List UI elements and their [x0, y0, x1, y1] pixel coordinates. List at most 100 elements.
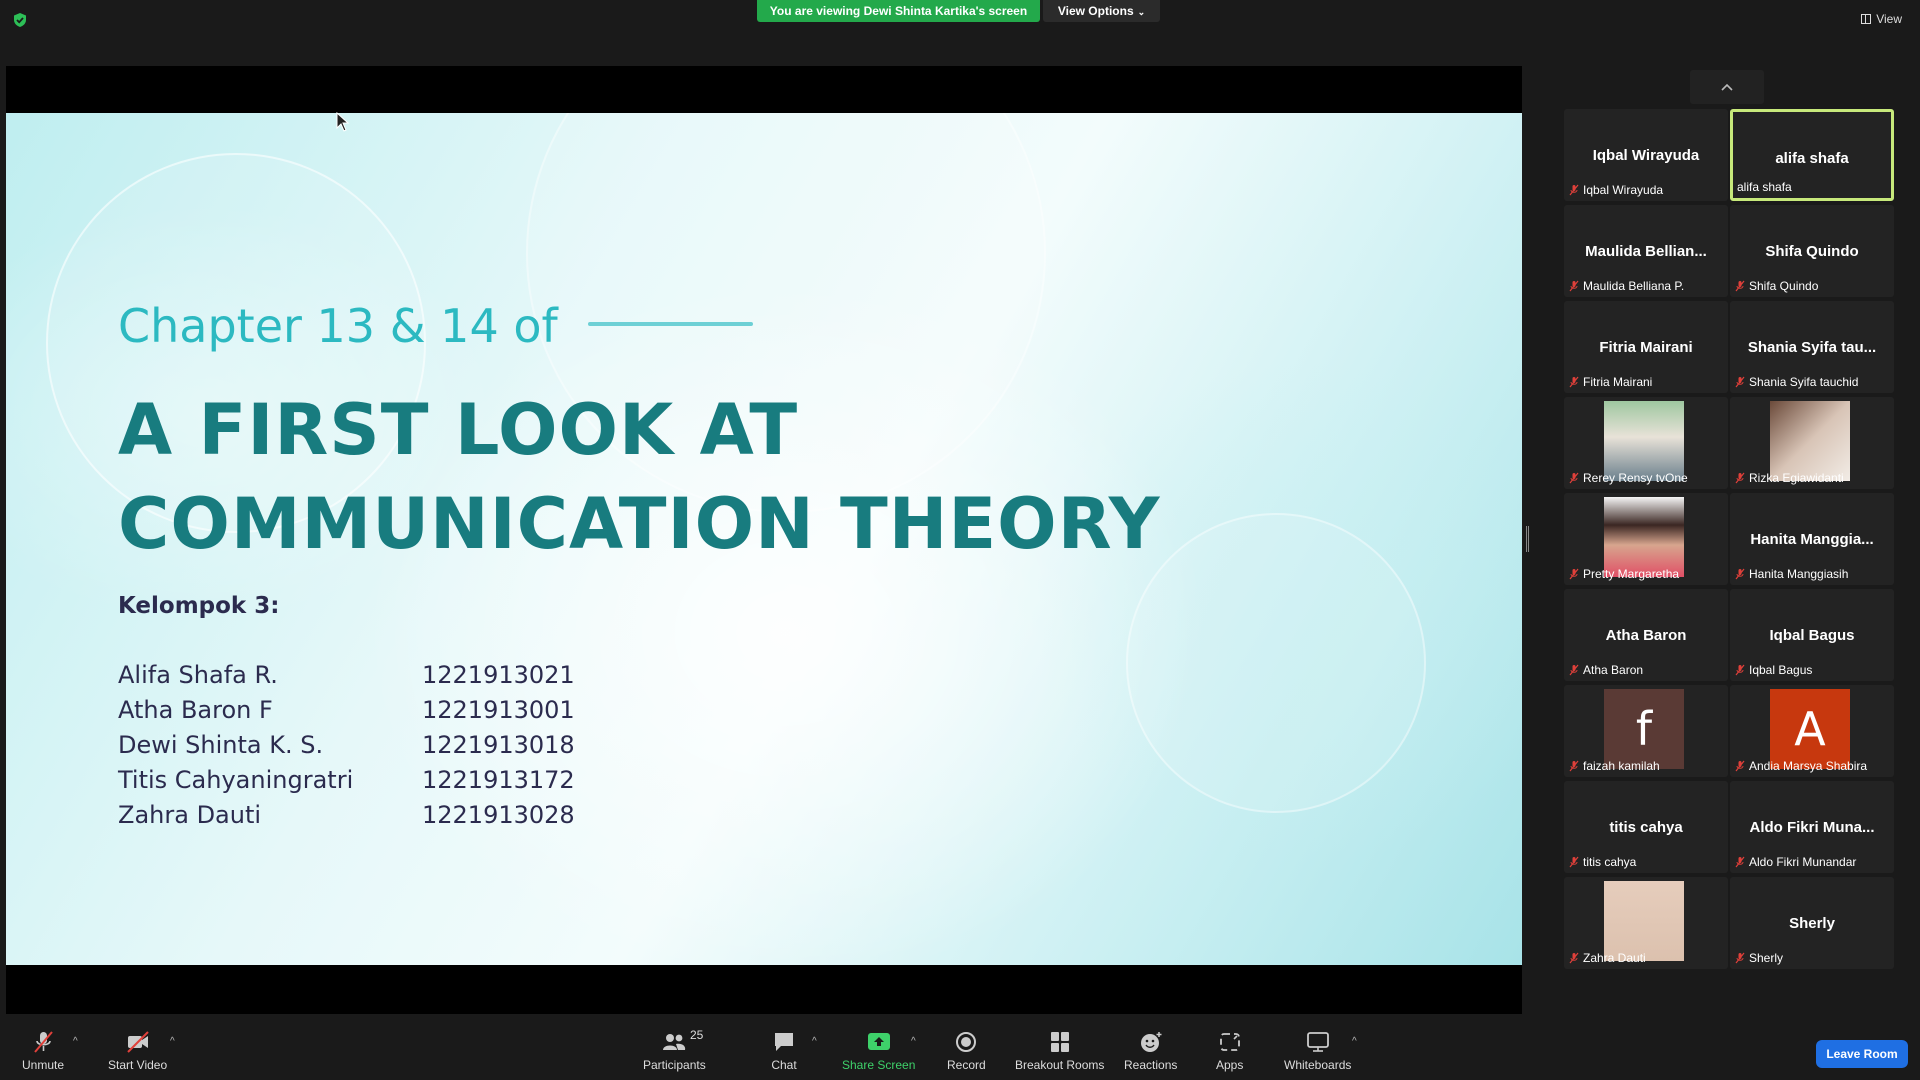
participant-name: Zahra Dauti — [1583, 951, 1646, 965]
member-list: Alifa Shafa R. 1221913021 Atha Baron F 1… — [118, 658, 575, 833]
member-name: Zahra Dauti — [118, 801, 262, 829]
shared-screen[interactable]: Chapter 13 & 14 of A FIRST LOOK AT COMMU… — [6, 66, 1522, 1014]
group-label: Kelompok 3: — [118, 593, 280, 619]
participant-name-label: Shania Syifa tauchid — [1734, 375, 1858, 389]
participant-name: Maulida Belliana P. — [1583, 279, 1685, 293]
participant-tile[interactable]: A Andia Marsya Shabira — [1730, 685, 1894, 777]
microphone-muted-icon — [1569, 952, 1579, 964]
participant-name: Iqbal Bagus — [1749, 663, 1813, 677]
participant-tile[interactable]: Pretty Margaretha — [1564, 493, 1728, 585]
gallery-scroll-up-button[interactable] — [1690, 70, 1764, 104]
participant-name: Hanita Manggiasih — [1749, 567, 1849, 581]
participant-count: 25 — [690, 1028, 704, 1042]
start-video-label: Start Video — [108, 1058, 168, 1072]
participant-tile[interactable]: Aldo Fikri Muna... Aldo Fikri Munandar — [1730, 781, 1894, 873]
participant-name-label: Fitria Mairani — [1568, 375, 1652, 389]
participant-name-label: Aldo Fikri Munandar — [1734, 855, 1856, 869]
photo-portrait — [1604, 497, 1684, 577]
participant-name-label: Iqbal Bagus — [1734, 663, 1812, 677]
reactions-label: Reactions — [1124, 1058, 1178, 1072]
participant-tile[interactable]: Shania Syifa tau... Shania Syifa tauchid — [1730, 301, 1894, 393]
participant-tile[interactable]: Fitria Mairani Fitria Mairani — [1564, 301, 1728, 393]
participant-tile[interactable]: Shifa Quindo Shifa Quindo — [1730, 205, 1894, 297]
participant-tile[interactable]: Zahra Dauti — [1564, 877, 1728, 969]
apps-button[interactable]: Apps — [1216, 1030, 1243, 1072]
panel-resize-handle[interactable] — [1526, 526, 1529, 552]
decorative-line — [588, 322, 753, 326]
view-options-button[interactable]: View Options ⌄ — [1043, 0, 1160, 22]
whiteboard-options-caret-icon[interactable]: ^ — [1352, 1036, 1357, 1047]
photo-hijab — [1604, 401, 1684, 481]
participant-name: Pretty Margaretha — [1583, 567, 1680, 581]
unmute-label: Unmute — [22, 1058, 65, 1072]
participant-name: Aldo Fikri Munandar — [1749, 855, 1857, 869]
photo-beige — [1604, 881, 1684, 961]
participant-tile[interactable]: titis cahya titis cahya — [1564, 781, 1728, 873]
participant-tile[interactable]: Rerey Rensy tvOne — [1564, 397, 1728, 489]
breakout-rooms-button[interactable]: Breakout Rooms — [1015, 1030, 1104, 1072]
zoom-meeting-window: You are viewing Dewi Shinta Kartika's sc… — [0, 0, 1920, 1080]
record-button[interactable]: Record — [947, 1030, 986, 1072]
layout-icon — [1861, 14, 1872, 24]
microphone-muted-icon — [1735, 856, 1745, 868]
participant-tile[interactable]: Iqbal Wirayuda Iqbal Wirayuda — [1564, 109, 1728, 201]
participant-name: Fitria Mairani — [1583, 375, 1653, 389]
share-screen-label: Share Screen — [842, 1058, 916, 1072]
view-options-label: View Options — [1057, 4, 1134, 18]
participant-tile[interactable]: Iqbal Bagus Iqbal Bagus — [1730, 589, 1894, 681]
security-shield-icon[interactable] — [12, 12, 28, 28]
chat-label: Chat — [771, 1058, 797, 1072]
participant-tile[interactable]: f faizah kamilah — [1564, 685, 1728, 777]
participant-name: Iqbal Wirayuda — [1583, 183, 1664, 197]
share-options-caret-icon[interactable]: ^ — [911, 1036, 916, 1047]
participant-tile[interactable]: alifa shafa alifa shafa — [1730, 109, 1894, 201]
chat-options-caret-icon[interactable]: ^ — [812, 1036, 817, 1047]
participant-name: Rizka Egiawidanti — [1749, 471, 1844, 485]
meeting-toolbar: Unmute ^ Start Video ^ 25 Participants C… — [0, 1022, 1920, 1080]
view-button[interactable]: View — [1861, 12, 1902, 26]
unmute-button[interactable]: Unmute — [22, 1030, 64, 1072]
microphone-muted-icon — [1569, 472, 1579, 484]
participant-name: Sherly — [1749, 951, 1784, 965]
participant-name-label: titis cahya — [1568, 855, 1636, 869]
participant-tile[interactable]: Hanita Manggia... Hanita Manggiasih — [1730, 493, 1894, 585]
slide-title-line2: COMMUNICATION THEORY — [118, 483, 1161, 565]
share-screen-button[interactable]: Share Screen — [842, 1030, 915, 1072]
apps-label: Apps — [1216, 1058, 1244, 1072]
start-video-button[interactable]: Start Video — [108, 1030, 167, 1072]
share-screen-icon — [867, 1033, 890, 1050]
video-camera-off-icon — [126, 1031, 149, 1053]
member-id: 1221913021 — [422, 661, 575, 689]
participant-tile[interactable]: Atha Baron Atha Baron — [1564, 589, 1728, 681]
whiteboards-label: Whiteboards — [1284, 1058, 1352, 1072]
microphone-muted-icon — [1735, 952, 1745, 964]
chat-button[interactable]: Chat — [771, 1030, 797, 1072]
participant-tile[interactable]: Rizka Egiawidanti — [1730, 397, 1894, 489]
video-options-caret-icon[interactable]: ^ — [170, 1036, 175, 1047]
audio-options-caret-icon[interactable]: ^ — [73, 1036, 78, 1047]
participant-tile[interactable]: Sherly Sherly — [1730, 877, 1894, 969]
presentation-slide: Chapter 13 & 14 of A FIRST LOOK AT COMMU… — [6, 113, 1522, 965]
microphone-muted-icon — [1735, 280, 1745, 292]
member-row: Alifa Shafa R. 1221913021 — [118, 658, 575, 693]
participant-tile[interactable]: Maulida Bellian... Maulida Belliana P. — [1564, 205, 1728, 297]
viewing-screen-banner: You are viewing Dewi Shinta Kartika's sc… — [757, 0, 1040, 22]
participant-display-name: Hanita Manggia... — [1750, 531, 1874, 548]
participant-display-name: Aldo Fikri Muna... — [1749, 819, 1875, 836]
participant-name-label: Rerey Rensy tvOne — [1568, 471, 1688, 485]
member-name: Alifa Shafa R. — [118, 661, 278, 689]
whiteboards-button[interactable]: Whiteboards — [1284, 1030, 1351, 1072]
whiteboard-icon — [1306, 1032, 1329, 1052]
microphone-muted-icon — [1569, 568, 1579, 580]
member-id: 1221913172 — [422, 766, 575, 794]
top-bar: You are viewing Dewi Shinta Kartika's sc… — [0, 0, 1920, 28]
participants-button[interactable]: 25 Participants — [643, 1028, 706, 1072]
participant-display-name: Atha Baron — [1605, 627, 1687, 644]
member-id: 1221913001 — [422, 696, 575, 724]
participant-display-name: Shifa Quindo — [1765, 243, 1859, 260]
slide-title-line1: A FIRST LOOK AT — [118, 389, 799, 471]
leave-room-button[interactable]: Leave Room — [1816, 1040, 1908, 1068]
record-label: Record — [947, 1058, 986, 1072]
reactions-button[interactable]: Reactions — [1124, 1030, 1177, 1072]
participant-name-label: Andia Marsya Shabira — [1734, 759, 1867, 773]
